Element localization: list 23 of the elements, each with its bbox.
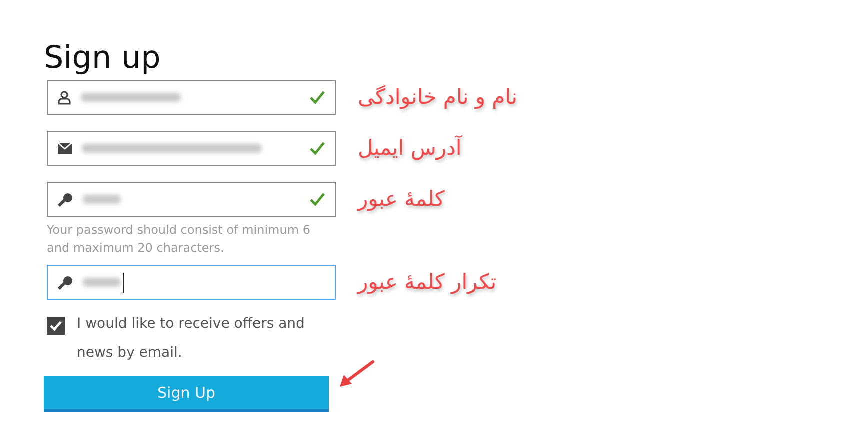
checkmark-icon <box>310 142 325 155</box>
annotation-label: آدرس ایمیل <box>358 134 462 162</box>
input-field[interactable] <box>47 131 336 166</box>
input-field[interactable] <box>47 80 336 115</box>
annotation-label: کلمهٔ عبور <box>358 186 445 214</box>
checkbox[interactable] <box>47 317 65 335</box>
sign-up-button[interactable]: Sign Up <box>44 376 329 412</box>
password-hint: Your password should consist of minimum 6 and maximum 20 characters. <box>47 222 312 257</box>
annotation-label: نام و نام خانوادگی <box>358 84 518 112</box>
blurred-value <box>83 195 121 204</box>
input-field[interactable] <box>47 182 336 217</box>
checkmark-icon <box>310 193 325 206</box>
checkmark-icon <box>310 91 325 104</box>
input-field[interactable] <box>47 265 336 300</box>
arrow-icon <box>338 360 376 388</box>
blurred-value <box>83 278 121 287</box>
key-icon <box>58 276 73 290</box>
checkbox-label: I would like to receive offers and news by email. <box>77 315 306 363</box>
envelope-icon <box>58 143 72 154</box>
key-icon <box>58 192 73 206</box>
annotation-label: تکرار کلمهٔ عبور <box>358 269 497 296</box>
page-title: Sign up <box>44 40 162 76</box>
user-icon <box>58 90 71 104</box>
